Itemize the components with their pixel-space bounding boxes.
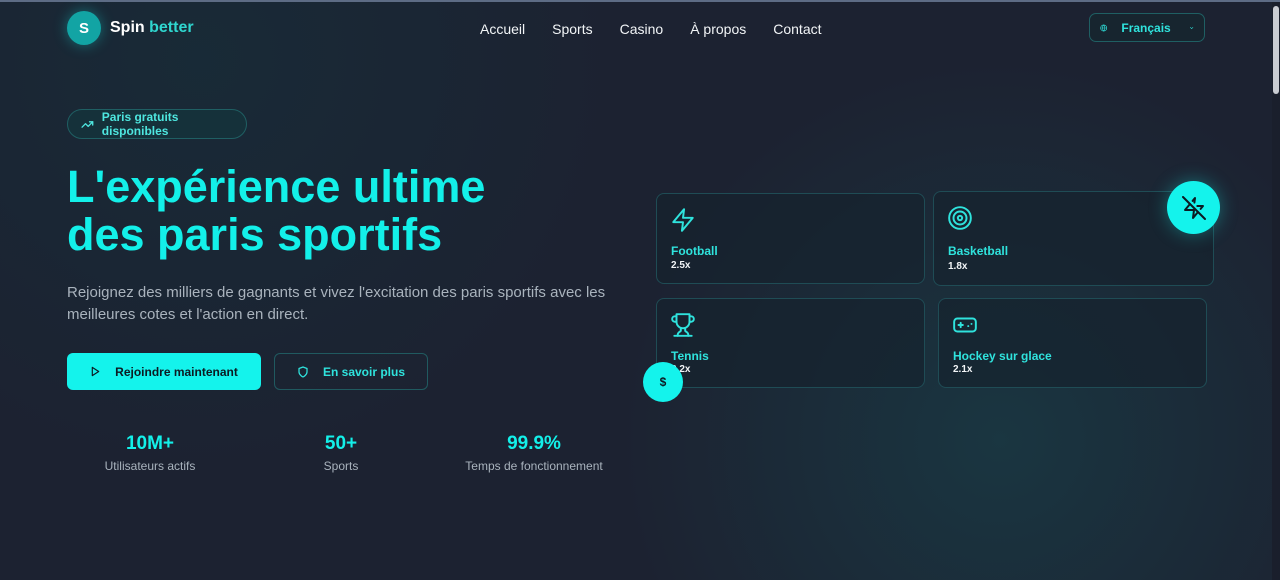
target-icon <box>948 206 972 230</box>
learn-more-button[interactable]: En savoir plus <box>274 353 428 390</box>
brand-name-part2: better <box>149 19 194 36</box>
stat-label: Temps de fonctionnement <box>465 459 603 473</box>
sport-card-hockey[interactable]: Hockey sur glace 2.1x <box>938 298 1207 388</box>
main-nav: Accueil Sports Casino À propos Contact <box>480 21 849 37</box>
stat-value: 50+ <box>324 433 358 454</box>
sport-odds: 1.8x <box>948 261 968 272</box>
nav-item-a-propos[interactable]: À propos <box>690 21 746 37</box>
language-selected: Français <box>1121 20 1171 35</box>
stat-uptime: 99.9% Temps de fonctionnement <box>454 433 614 473</box>
join-now-button[interactable]: Rejoindre maintenant <box>67 353 261 390</box>
zap-off-icon <box>1181 195 1206 220</box>
sport-name: Hockey sur glace <box>953 349 1052 363</box>
stat-value: 99.9% <box>507 433 561 454</box>
stat-label: Sports <box>323 459 359 473</box>
scrollbar-thumb[interactable] <box>1273 6 1279 94</box>
top-border <box>0 0 1280 2</box>
bolt-icon <box>672 208 694 232</box>
stat-sports: 50+ Sports <box>291 433 391 473</box>
nav-item-contact[interactable]: Contact <box>773 21 821 37</box>
hero-title-line1: L'expérience ultime <box>67 161 486 212</box>
sport-name: Tennis <box>671 349 709 363</box>
stat-label: Utilisateurs actifs <box>104 459 196 473</box>
dollar-sign: $ <box>659 375 667 389</box>
logo-badge: S <box>67 11 101 45</box>
nav-item-accueil[interactable]: Accueil <box>480 21 525 37</box>
nav-item-sports[interactable]: Sports <box>552 21 592 37</box>
stat-value: 10M+ <box>125 433 175 454</box>
play-icon <box>91 366 100 377</box>
brand-name: Spin better <box>110 19 194 37</box>
sport-card-tennis[interactable]: Tennis 3.2x <box>656 298 925 388</box>
sport-odds: 2.5x <box>671 260 691 271</box>
hero-title-line2: des paris sportifs <box>67 209 443 260</box>
sport-odds: 2.1x <box>953 364 973 375</box>
hero-description: Rejoignez des milliers de gagnants et vi… <box>67 284 606 323</box>
trending-up-icon <box>81 120 94 128</box>
gamepad-icon <box>953 317 977 333</box>
learn-more-label: En savoir plus <box>322 364 406 379</box>
shield-icon <box>298 365 308 378</box>
free-bets-badge-label: Paris gratuits disponibles <box>101 110 179 138</box>
chevron-down-icon <box>1189 26 1193 29</box>
brand-logo[interactable]: S Spin better <box>67 11 194 45</box>
floating-bolt-badge <box>1167 181 1220 234</box>
hero-title: L'expérience ultime des paris sportifs <box>67 163 627 259</box>
nav-item-casino[interactable]: Casino <box>620 21 664 37</box>
stat-users: 10M+ Utilisateurs actifs <box>90 433 210 473</box>
sport-name: Football <box>671 244 718 258</box>
floating-dollar-badge: $ <box>643 362 683 402</box>
language-selector[interactable]: Français <box>1089 13 1205 42</box>
globe-icon <box>1100 24 1108 31</box>
sport-name: Basketball <box>948 244 1009 258</box>
sport-card-football[interactable]: Football 2.5x <box>656 193 925 284</box>
trophy-icon <box>671 313 695 337</box>
free-bets-badge: Paris gratuits disponibles <box>67 109 247 139</box>
brand-name-part1: Spin <box>110 19 145 36</box>
join-now-label: Rejoindre maintenant <box>115 364 238 379</box>
